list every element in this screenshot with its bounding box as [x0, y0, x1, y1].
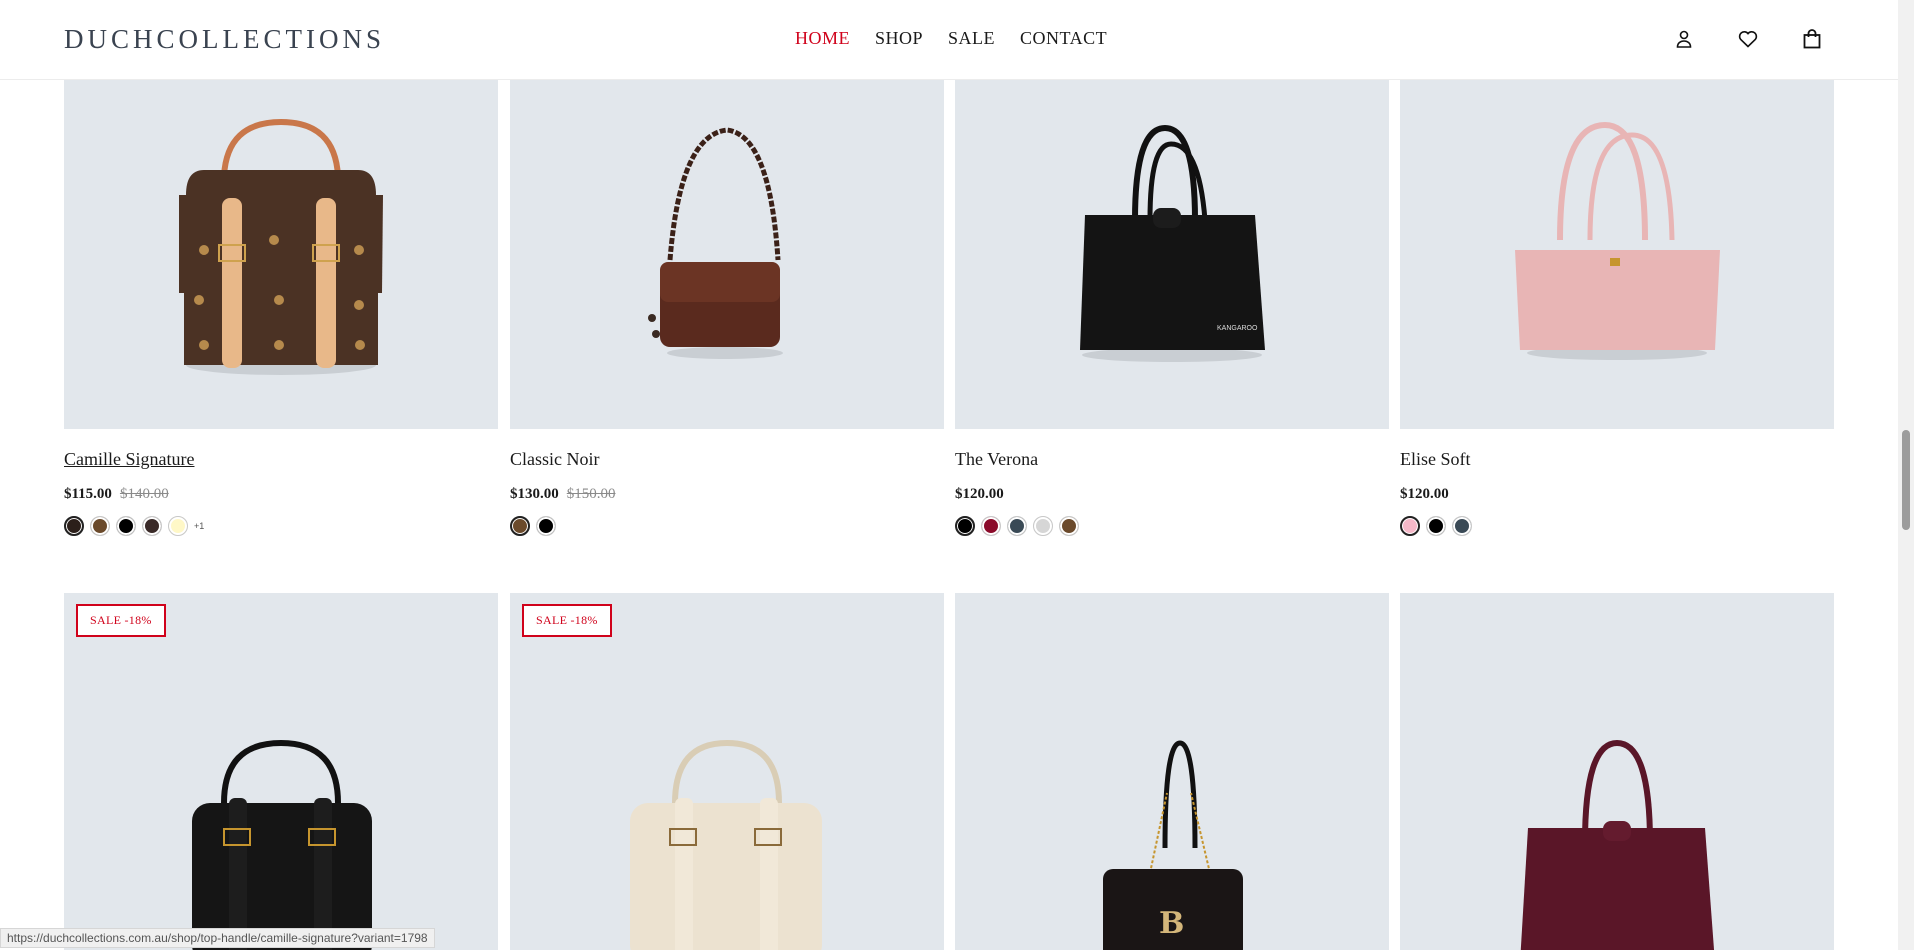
product-card[interactable]: B	[955, 593, 1389, 950]
price: $120.00	[955, 486, 1004, 502]
swatch-color[interactable]	[981, 516, 1001, 536]
swatch-color[interactable]	[510, 516, 530, 536]
swatch-color[interactable]	[142, 516, 162, 536]
original-price: $140.00	[119, 486, 169, 502]
color-swatches	[510, 516, 944, 536]
sale-badge: SALE -18%	[76, 604, 166, 637]
price-row: $115.00 $140.00	[64, 486, 498, 503]
product-image[interactable]	[510, 80, 944, 429]
product-card[interactable]	[1400, 593, 1834, 950]
color-swatches	[1400, 516, 1834, 536]
nav-shop[interactable]: SHOP	[875, 28, 923, 49]
header-icons	[1672, 27, 1824, 51]
site-header: DUCHCOLLECTIONS HOME SHOP SALE CONTACT	[0, 0, 1898, 80]
link-preview-url: https://duchcollections.com.au/shop/top-…	[0, 928, 435, 948]
price-row: $120.00	[955, 486, 1389, 503]
swatch-color[interactable]	[64, 516, 84, 536]
product-image[interactable]: SALE -18%	[64, 593, 498, 950]
product-card[interactable]: Camille Signature $115.00 $140.00 +1	[64, 80, 498, 536]
sale-price: $130.00	[510, 486, 559, 502]
product-title[interactable]: Elise Soft	[1400, 449, 1834, 471]
product-title[interactable]: The Verona	[955, 449, 1389, 471]
product-card[interactable]: Elise Soft $120.00	[1400, 80, 1834, 536]
product-card[interactable]: KANGAROO The Verona $120.00	[955, 80, 1389, 536]
price-row: $130.00 $150.00	[510, 486, 944, 503]
product-card[interactable]: SALE -18%	[510, 593, 944, 950]
site-logo[interactable]: DUCHCOLLECTIONS	[64, 24, 385, 55]
page-scrollbar[interactable]	[1898, 0, 1914, 950]
swatch-color[interactable]	[1033, 516, 1053, 536]
product-image[interactable]: B	[955, 593, 1389, 950]
original-price: $150.00	[566, 486, 616, 502]
product-image[interactable]	[64, 80, 498, 429]
scrollbar-thumb[interactable]	[1902, 430, 1910, 530]
price-row: $120.00	[1400, 486, 1834, 503]
swatch-color[interactable]	[90, 516, 110, 536]
sale-badge: SALE -18%	[522, 604, 612, 637]
wishlist-heart-icon[interactable]	[1736, 27, 1760, 51]
color-swatches	[955, 516, 1389, 536]
product-image[interactable]: KANGAROO	[955, 80, 1389, 429]
swatch-color[interactable]	[1059, 516, 1079, 536]
product-card[interactable]: Classic Noir $130.00 $150.00	[510, 80, 944, 536]
swatch-color[interactable]	[955, 516, 975, 536]
sale-price: $115.00	[64, 486, 112, 502]
nav-home[interactable]: HOME	[795, 28, 850, 49]
main-nav: HOME SHOP SALE CONTACT	[795, 28, 1107, 49]
product-title[interactable]: Camille Signature	[64, 449, 498, 471]
cart-bag-icon[interactable]	[1800, 27, 1824, 51]
nav-sale[interactable]: SALE	[948, 28, 995, 49]
product-image[interactable]	[1400, 80, 1834, 429]
swatch-color[interactable]	[1400, 516, 1420, 536]
product-image[interactable]: SALE -18%	[510, 593, 944, 950]
nav-contact[interactable]: CONTACT	[1020, 28, 1107, 49]
swatch-color[interactable]	[116, 516, 136, 536]
product-card[interactable]: SALE -18%	[64, 593, 498, 950]
swatch-color[interactable]	[1426, 516, 1446, 536]
swatch-color[interactable]	[1452, 516, 1472, 536]
color-swatches: +1	[64, 516, 498, 536]
product-title[interactable]: Classic Noir	[510, 449, 944, 471]
product-image[interactable]	[1400, 593, 1834, 950]
account-icon[interactable]	[1672, 27, 1696, 51]
swatch-color[interactable]	[168, 516, 188, 536]
price: $120.00	[1400, 486, 1449, 502]
more-colors: +1	[194, 521, 205, 531]
swatch-color[interactable]	[1007, 516, 1027, 536]
swatch-color[interactable]	[536, 516, 556, 536]
svg-text:B: B	[1159, 906, 1184, 941]
svg-text:KANGAROO: KANGAROO	[1217, 325, 1258, 332]
